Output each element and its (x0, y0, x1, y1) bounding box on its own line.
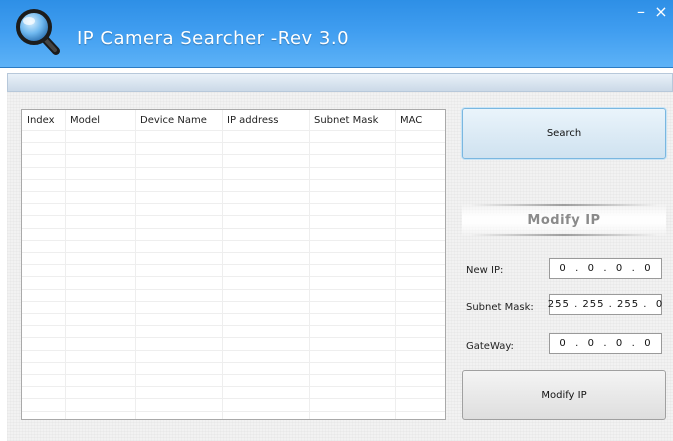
app-title: IP Camera Searcher -Rev 3.0 (77, 28, 350, 49)
table-row-divider (22, 191, 445, 192)
table-row-divider (22, 203, 445, 205)
table-header: Index Model Device Name IP address Subne… (22, 110, 445, 130)
search-button[interactable]: Search (462, 108, 666, 159)
table-row-divider (22, 227, 445, 229)
table-row-divider (22, 154, 445, 156)
table-row-divider (22, 264, 445, 266)
column-header-index[interactable]: Index (27, 115, 55, 126)
table-row-divider (22, 325, 445, 327)
table-row-divider (22, 361, 445, 363)
table-row-divider (22, 178, 445, 180)
table-row-divider (22, 337, 445, 339)
minimize-button[interactable]: – (633, 4, 649, 20)
device-table[interactable]: Index Model Device Name IP address Subne… (21, 109, 446, 420)
column-header-device-name[interactable]: Device Name (140, 115, 207, 126)
gateway-field[interactable]: 0 . 0 . 0 . 0 (549, 333, 662, 354)
table-row-divider (22, 386, 445, 388)
new-ip-label: New IP: (466, 265, 504, 276)
title-bar: IP Camera Searcher -Rev 3.0 – × (0, 0, 673, 68)
table-row-divider (22, 374, 445, 375)
gateway-label: GateWay: (466, 341, 514, 352)
column-header-model[interactable]: Model (70, 115, 100, 126)
table-row-divider (22, 349, 445, 351)
toolbar-strip (7, 73, 673, 92)
new-ip-field[interactable]: 0 . 0 . 0 . 0 (549, 258, 662, 279)
table-row-divider (22, 215, 445, 217)
column-header-ip-address[interactable]: IP address (227, 115, 278, 126)
table-row-divider (22, 239, 445, 241)
table-row-divider (22, 252, 445, 253)
modify-ip-section-title: Modify IP (462, 203, 666, 237)
table-row-divider (22, 410, 445, 412)
table-row-divider (22, 130, 445, 131)
table-row-divider (22, 313, 445, 314)
table-row-divider (22, 166, 445, 168)
table-row-divider (22, 142, 445, 144)
table-row-divider (22, 288, 445, 290)
subnet-mask-label: Subnet Mask: (466, 302, 534, 313)
table-row-divider (22, 398, 445, 400)
subnet-mask-field[interactable]: 255 . 255 . 255 . 0 (548, 294, 662, 315)
table-row-divider (22, 276, 445, 278)
modify-ip-button[interactable]: Modify IP (462, 370, 666, 420)
table-row-divider (22, 300, 445, 302)
column-header-subnet-mask[interactable]: Subnet Mask (314, 115, 378, 126)
close-button[interactable]: × (653, 4, 669, 20)
magnifier-icon (16, 9, 60, 55)
column-header-mac[interactable]: MAC (400, 115, 422, 126)
